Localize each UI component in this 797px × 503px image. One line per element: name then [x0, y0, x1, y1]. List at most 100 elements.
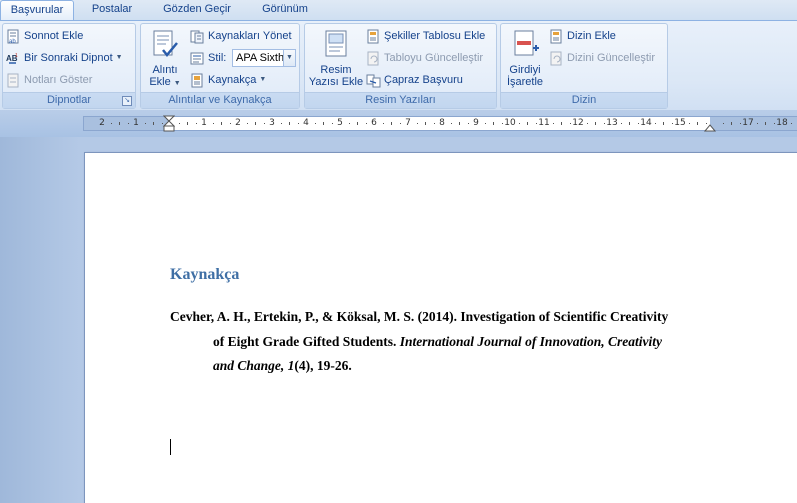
ruler-number-right-4: 5: [337, 118, 343, 128]
insert-citation-label-2: Ekle: [149, 76, 171, 88]
ruler-dot: [756, 123, 758, 124]
ruler-dot: [331, 123, 333, 124]
style-field: Stil:: [190, 49, 226, 67]
reference-line-1: Cevher, A. H., Ertekin, P., & Köksal, M.…: [170, 309, 669, 324]
ruler-tick: [221, 122, 222, 125]
show-notes-button[interactable]: Notları Göster: [6, 71, 92, 89]
group-captions: Resim Yazısı Ekle Şekiller Tablosu Ekle …: [304, 23, 497, 109]
ruler-dot: [365, 123, 367, 124]
ruler-dot: [314, 123, 316, 124]
group-label-footnotes: Dipnotlar: [3, 92, 135, 108]
ruler-dot: [671, 123, 673, 124]
ruler-dot: [467, 123, 469, 124]
ruler-tick: [187, 122, 188, 125]
ruler-tick: [663, 122, 664, 125]
ruler-dot: [399, 123, 401, 124]
document-workspace: Kaynakça Cevher, A. H., Ertekin, P., & K…: [0, 137, 797, 503]
right-indent-marker-icon[interactable]: [704, 120, 716, 132]
ruler-dot: [773, 123, 775, 124]
ruler-dot: [654, 123, 656, 124]
insert-caption-button[interactable]: Resim Yazısı Ekle: [307, 28, 365, 88]
ruler-tick: [629, 122, 630, 125]
group-index: Girdiyi İşaretle Dizin Ekle Dizini Günce…: [500, 23, 668, 109]
ruler-number-right-14: 15: [674, 118, 686, 128]
ruler-number-right-3: 4: [303, 118, 309, 128]
reference-line-3-plain: (4), 19-26.: [294, 358, 352, 373]
ruler-dot: [263, 123, 265, 124]
ruler-number-right-0: 1: [201, 118, 207, 128]
next-footnote-button[interactable]: AB 1 Bir Sonraki Dipnot ▼: [6, 49, 123, 67]
ruler-number-right-1: 2: [235, 118, 241, 128]
ruler-number-right-15: 17: [742, 118, 754, 128]
insert-index-button[interactable]: Dizin Ekle: [549, 27, 616, 45]
insert-endnote-button[interactable]: ab Sonnot Ekle: [6, 27, 83, 45]
tab-references[interactable]: Başvurular: [0, 0, 74, 20]
ruler-tick: [255, 122, 256, 125]
insert-citation-icon: [149, 28, 181, 60]
style-label: Stil:: [208, 52, 227, 64]
show-notes-icon: [6, 73, 21, 88]
ruler-dot: [178, 123, 180, 124]
ruler-dot: [739, 123, 741, 124]
table-of-figures-icon: [366, 29, 381, 44]
ruler-dot: [416, 123, 418, 124]
ruler-tick: [323, 122, 324, 125]
update-index-button[interactable]: Dizini Güncelleştir: [549, 49, 655, 67]
ruler-dot: [246, 123, 248, 124]
ruler-tick: [765, 122, 766, 125]
ruler-dot: [535, 123, 537, 124]
svg-text:ab: ab: [9, 39, 16, 44]
mark-entry-icon: [509, 28, 541, 60]
chevron-down-icon[interactable]: ▼: [116, 49, 123, 67]
insert-caption-label-2: Yazısı Ekle: [308, 76, 364, 88]
ruler-number-right-12: 13: [606, 118, 618, 128]
update-table-button[interactable]: Tabloyu Güncelleştir: [366, 49, 483, 67]
manage-sources-button[interactable]: Kaynakları Yönet: [190, 27, 292, 45]
reference-line-2: of Eight Grade Gifted Students. Internat…: [170, 330, 711, 355]
ruler-tick: [153, 122, 154, 125]
bibliography-heading: Kaynakça: [170, 266, 240, 283]
update-index-label: Dizini Güncelleştir: [567, 52, 656, 64]
reference-entry: Cevher, A. H., Ertekin, P., & Köksal, M.…: [170, 305, 711, 379]
update-index-icon: [549, 51, 564, 66]
ruler-dot: [790, 123, 792, 124]
indent-marker-icon[interactable]: [163, 115, 175, 133]
ruler-dot: [348, 123, 350, 124]
ruler-dot: [212, 123, 214, 124]
mark-entry-label-2: İşaretle: [506, 76, 544, 88]
svg-text:1: 1: [15, 53, 18, 59]
ruler-dot: [569, 123, 571, 124]
cross-reference-button[interactable]: Çapraz Başvuru: [366, 71, 463, 89]
ruler-number-right-8: 9: [473, 118, 479, 128]
style-icon: [190, 51, 205, 66]
ruler-tick: [119, 122, 120, 125]
insert-table-of-figures-button[interactable]: Şekiller Tablosu Ekle: [366, 27, 485, 45]
document-page[interactable]: Kaynakça Cevher, A. H., Ertekin, P., & K…: [84, 152, 797, 503]
insert-index-label: Dizin Ekle: [567, 30, 616, 42]
ruler-dot: [161, 123, 163, 124]
ruler-dot: [620, 123, 622, 124]
insert-index-icon: [549, 29, 564, 44]
tab-review[interactable]: Gözden Geçir: [152, 0, 242, 20]
chevron-down-icon[interactable]: ▼: [283, 50, 295, 66]
insert-citation-button[interactable]: Alıntı Ekle ▼: [145, 28, 185, 90]
tab-view[interactable]: Görünüm: [250, 0, 320, 20]
show-notes-label: Notları Göster: [24, 74, 93, 86]
insert-endnote-label: Sonnot Ekle: [24, 30, 84, 42]
ruler-dot: [297, 123, 299, 124]
insert-table-of-figures-label: Şekiller Tablosu Ekle: [384, 30, 486, 42]
ruler-tick: [527, 122, 528, 125]
ruler-number-right-10: 11: [538, 118, 550, 128]
horizontal-ruler[interactable]: 2 1 1 2 3 4 5 6 7 8 9 10 11 12 13 14 15 17 18: [83, 115, 797, 133]
manage-sources-label: Kaynakları Yönet: [208, 30, 292, 42]
ribbon: ab Sonnot Ekle AB 1 Bir Sonraki Dipnot ▼ …: [0, 20, 797, 110]
update-table-label: Tabloyu Güncelleştir: [384, 52, 484, 64]
ruler-dot: [144, 123, 146, 124]
tab-mailings[interactable]: Postalar: [80, 0, 144, 20]
ruler-dot: [280, 123, 282, 124]
style-select[interactable]: APA Sixth ▼: [232, 49, 296, 67]
mark-entry-button[interactable]: Girdiyi İşaretle: [503, 28, 547, 88]
ruler-number-right-2: 3: [269, 118, 275, 128]
footnotes-dialog-launcher-icon[interactable]: ↘: [122, 96, 132, 106]
bibliography-button[interactable]: Kaynakça ▼: [190, 71, 266, 89]
